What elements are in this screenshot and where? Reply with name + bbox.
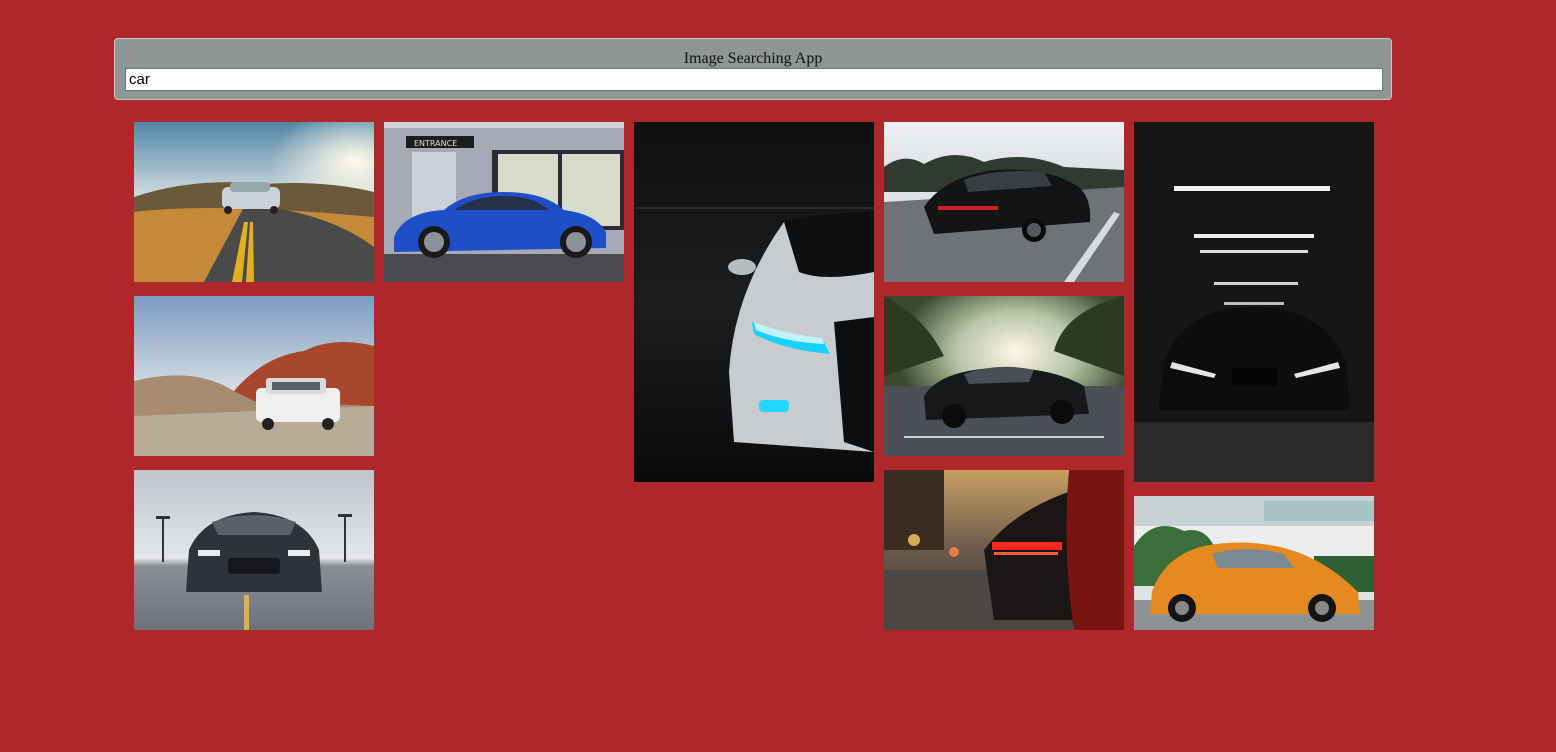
svg-text:ENTRANCE: ENTRANCE bbox=[414, 139, 457, 148]
gtr-road-sunset-photo bbox=[134, 122, 374, 282]
white-suv-desert-photo bbox=[134, 296, 374, 456]
image-result-2[interactable]: ENTRANCE bbox=[384, 122, 624, 282]
image-result-3[interactable] bbox=[634, 122, 874, 482]
image-result-6[interactable] bbox=[884, 296, 1124, 456]
image-result-1[interactable] bbox=[134, 122, 374, 282]
red-taillights-street-photo bbox=[884, 470, 1124, 630]
orange-beetle-photo bbox=[1134, 496, 1374, 630]
black-porsche-highway-photo bbox=[884, 122, 1124, 282]
image-result-9[interactable] bbox=[884, 470, 1124, 630]
image-result-4[interactable] bbox=[884, 122, 1124, 282]
image-result-7[interactable] bbox=[1134, 122, 1374, 482]
search-input[interactable] bbox=[125, 68, 1383, 91]
search-panel: Image Searching App bbox=[114, 38, 1392, 100]
blue-coupe-entrance-photo: ENTRANCE bbox=[384, 122, 624, 282]
image-result-5[interactable] bbox=[134, 296, 374, 456]
black-mustang-sunset-photo bbox=[884, 296, 1124, 456]
black-audi-garage-photo bbox=[1134, 122, 1374, 482]
image-result-10[interactable] bbox=[1134, 496, 1374, 630]
app-title: Image Searching App bbox=[683, 50, 823, 67]
gray-mustang-front-photo bbox=[134, 470, 374, 630]
image-result-8[interactable] bbox=[134, 470, 374, 630]
dark-audi-headlight-photo bbox=[634, 122, 874, 482]
